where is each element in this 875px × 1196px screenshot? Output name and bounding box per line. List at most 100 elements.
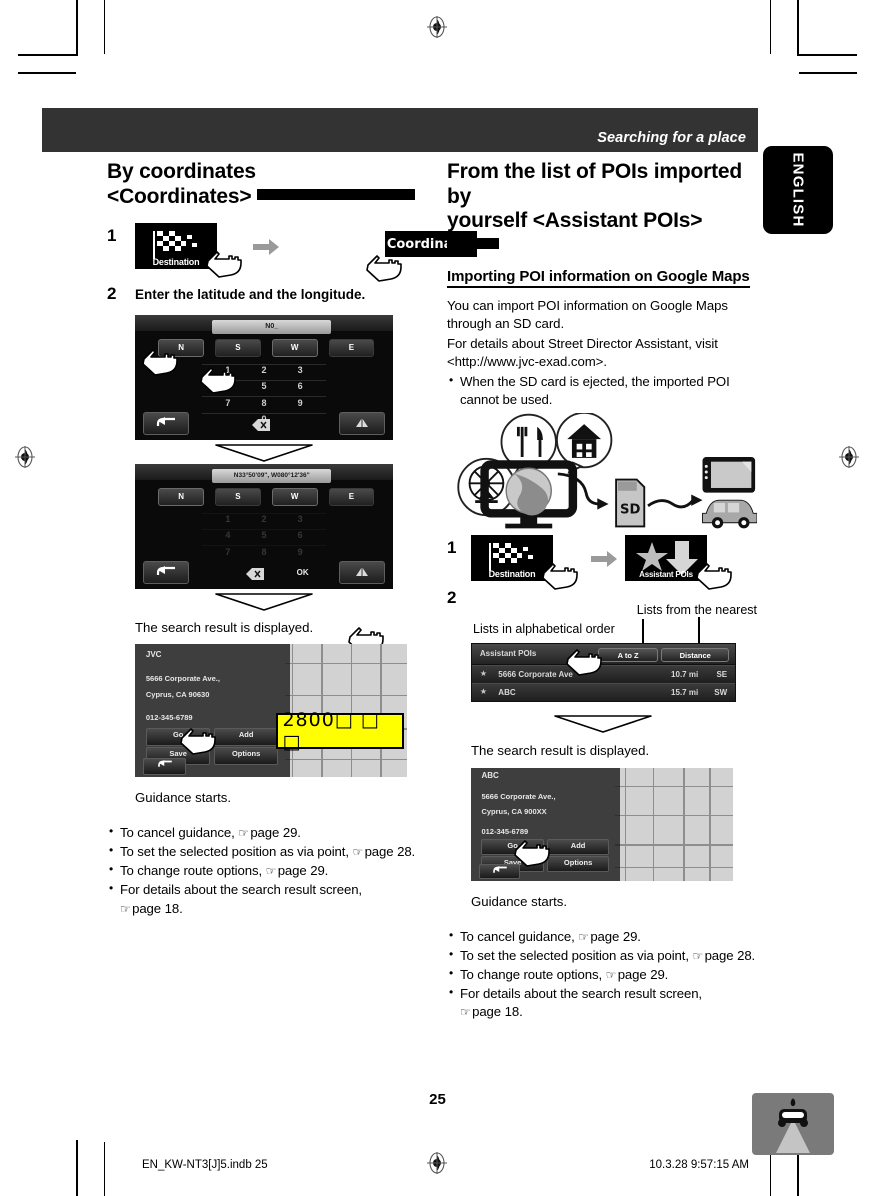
bullet-text: To change route options, (120, 863, 266, 879)
bullet-text: To cancel guidance, (460, 928, 579, 944)
star-icon: ★ (479, 687, 488, 697)
ok-button[interactable]: OK (282, 563, 323, 584)
direction-button-s[interactable]: S (214, 487, 261, 507)
registration-mark-bottom (426, 1152, 448, 1174)
coordinate-keypad-screen-filled[interactable]: N33°50'09", W080°12'36" N S W E 1 2 3 4 … (135, 464, 393, 590)
list-item: To set the selected position as via poin… (107, 842, 447, 861)
hand-pointer-icon: ☞ (265, 864, 278, 879)
keypad-key-dim: 1 (225, 514, 231, 525)
table-row[interactable]: ★ ABC 15.7 mi SW (472, 683, 735, 702)
crop-mark (18, 72, 76, 74)
callout-nearest-label: Lists from the nearest (636, 603, 757, 618)
left-heading-line1: By coordinates (107, 160, 256, 183)
bullet-text: To change route options, (460, 966, 606, 982)
left-step-1: 1 Destination Coordinates (107, 221, 477, 282)
right-map-result-screen[interactable]: ABC 5666 Corporate Ave., Cyprus, CA 900X… (471, 767, 733, 881)
map-icon[interactable] (339, 560, 386, 585)
hand-pointer-icon: ☞ (352, 845, 365, 860)
sd-card-icon: SD (615, 478, 646, 528)
right-step-1: 1 Destination Assistant POIs (447, 533, 757, 591)
crop-mark (18, 54, 76, 56)
left-step-2-number: 2 (107, 284, 117, 304)
crop-mark (797, 0, 799, 56)
manual-page: Searching for a place ENGLISH By coordin… (0, 0, 875, 1196)
crop-mark (799, 72, 857, 74)
bullet-ref: page 29. (250, 825, 301, 841)
left-map-result-screen[interactable]: JVC 5666 Corporate Ave., Cyprus, CA 9063… (135, 644, 407, 778)
direction-button-e[interactable]: E (328, 338, 375, 358)
list-item-continuation: ☞ page 18. (107, 900, 447, 918)
crop-mark (76, 0, 78, 56)
right-heading-line1: From the list of POIs imported by (447, 160, 743, 208)
keypad-key-8[interactable]: 8 (249, 398, 280, 408)
bullet-ref: page 28. (364, 844, 416, 860)
coordinate-callout-badge: 2800□ □ □ (276, 709, 405, 753)
keypad-key-9[interactable]: 9 (285, 398, 316, 408)
left-section-heading: By coordinates <Coordinates> (107, 160, 447, 209)
options-button[interactable]: Options (213, 746, 279, 765)
right-bullet-list: To cancel guidance, ☞ page 29. To set th… (447, 927, 757, 1022)
bullet-text: For details about the search result scre… (120, 882, 362, 898)
map-poi-address-2: Cyprus, CA 900XX (481, 807, 547, 817)
pointing-hand-cursor (177, 716, 223, 762)
coordinate-entry-field[interactable]: N0_ (212, 320, 332, 334)
keypad-key-dim: 2 (261, 514, 267, 525)
pointing-hand-cursor (363, 243, 409, 289)
crop-mark (76, 1140, 78, 1196)
left-guidance-caption: Guidance starts. (135, 790, 232, 806)
direction-button-e[interactable]: E (328, 487, 375, 507)
running-header-title: Searching for a place (597, 130, 746, 146)
add-button[interactable]: Add (213, 728, 279, 747)
pointing-hand-cursor (203, 239, 249, 285)
poi-import-diagram: SD (447, 412, 758, 531)
right-section-heading: From the list of POIs imported by yourse… (447, 160, 757, 258)
list-item: For details about the search result scre… (107, 880, 447, 899)
car-icon (702, 500, 758, 529)
pointing-hand-cursor (511, 828, 557, 874)
coordinate-entry-field-filled[interactable]: N33°50'09", W080°12'36" (212, 469, 332, 483)
flow-arrow-down (214, 592, 314, 612)
left-step-2-text: Enter the latitude and the longitude. (135, 287, 366, 303)
poi-row-name: ABC (498, 687, 516, 697)
running-header-bar: Searching for a place (42, 108, 758, 152)
heading-rule (447, 237, 499, 249)
diagram-svg: SD (457, 412, 758, 529)
map-poi-address-2: Cyprus, CA 90630 (145, 689, 210, 699)
right-step-1-number: 1 (447, 538, 457, 558)
list-item: To change route options, ☞ page 29. (447, 965, 757, 984)
keypad-key-dim: 6 (297, 530, 303, 541)
keypad-key-dim: 3 (297, 514, 303, 525)
left-step-1-number: 1 (107, 226, 117, 246)
chapter-car-badge (752, 1093, 834, 1155)
clear-icon[interactable] (243, 414, 279, 435)
poi-list-title: Assistant POIs (479, 649, 537, 659)
right-step-2: 2 (447, 589, 757, 606)
sort-distance-button[interactable]: Distance (661, 648, 730, 662)
right-arrow-icon (253, 239, 279, 256)
bullet-ref: page 28. (704, 947, 756, 963)
clear-icon[interactable] (238, 563, 272, 584)
direction-button-n[interactable]: N (158, 487, 205, 507)
bullet-ref: page 18. (472, 1004, 523, 1020)
back-arrow-icon[interactable] (142, 560, 189, 585)
crop-mark (104, 0, 105, 54)
language-tab: ENGLISH (763, 146, 833, 234)
keypad-key-3[interactable]: 3 (285, 365, 316, 375)
right-guidance-caption: Guidance starts. (471, 893, 568, 909)
back-arrow-icon[interactable] (142, 411, 189, 436)
language-tab-label: ENGLISH (789, 152, 807, 228)
flow-arrow-down (214, 443, 314, 463)
list-item: To cancel guidance, ☞ page 29. (107, 823, 447, 842)
car-navigation-icon (702, 457, 756, 494)
left-column: By coordinates <Coordinates> 1 Destinati… (107, 160, 477, 919)
keypad-key-2[interactable]: 2 (249, 365, 280, 375)
direction-button-w[interactable]: W (271, 338, 318, 358)
keypad-key-6[interactable]: 6 (285, 381, 316, 391)
callout-leader-line (698, 617, 700, 644)
coordinate-keypad-screen[interactable]: N0_ N S W E 1 2 3 4 5 6 7 8 9 0 (135, 315, 393, 441)
direction-button-w[interactable]: W (271, 487, 318, 507)
left-heading-line2: <Coordinates> (107, 184, 252, 208)
map-icon[interactable] (339, 411, 386, 436)
flow-arrow-down (553, 714, 653, 734)
keypad-key-5[interactable]: 5 (249, 381, 280, 391)
